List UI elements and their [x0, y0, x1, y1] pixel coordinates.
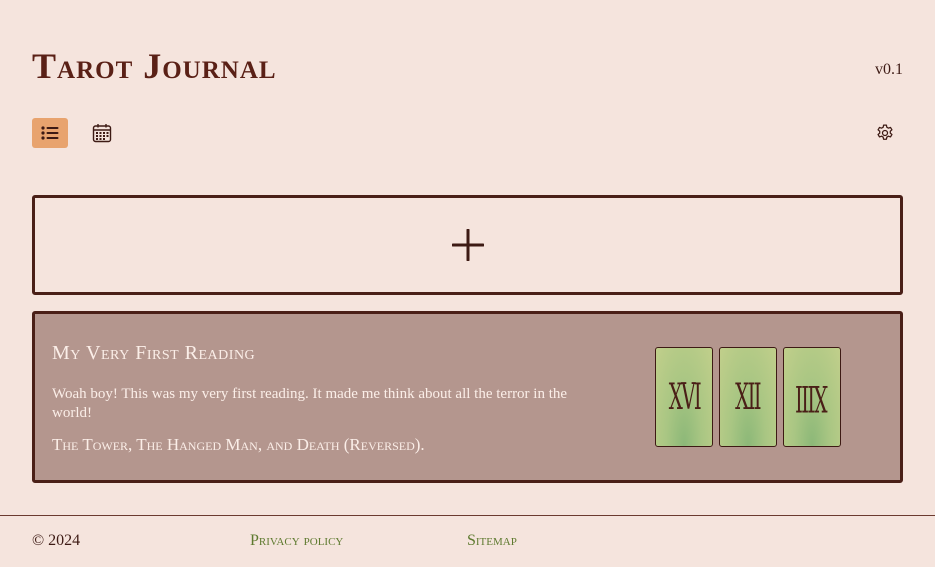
tarot-card-row: XVI XII XIII: [655, 347, 841, 447]
footer-divider: [0, 515, 935, 516]
reading-title: My Very First Reading: [52, 342, 256, 364]
plus-icon: [451, 229, 484, 261]
gear-icon: [877, 124, 893, 140]
privacy-policy-link[interactable]: Privacy policy: [250, 532, 343, 550]
tarot-card: XII: [719, 347, 777, 447]
footer: © 2024 Privacy policy Sitemap: [32, 532, 903, 552]
add-reading-button[interactable]: [32, 195, 903, 295]
calendar-icon: [92, 124, 112, 143]
copyright-text: © 2024: [32, 532, 81, 549]
list-icon: [41, 126, 59, 140]
tarot-numeral: XII: [735, 376, 762, 418]
tarot-card-reversed: XIII: [783, 347, 841, 447]
calendar-view-button[interactable]: [84, 118, 120, 148]
settings-button[interactable]: [867, 118, 903, 148]
reading-notes: Woah boy! This was my very first reading…: [52, 386, 568, 421]
reading-card-names: The Tower, The Hanged Man, and Death (Re…: [52, 435, 425, 454]
version-label: v0.1: [875, 61, 903, 78]
tarot-numeral: XIII: [796, 376, 828, 418]
header: Tarot Journal v0.1: [32, 46, 903, 86]
tarot-numeral: XVI: [668, 376, 701, 418]
sitemap-link[interactable]: Sitemap: [467, 532, 517, 550]
tarot-card: XVI: [655, 347, 713, 447]
toolbar: [32, 118, 903, 148]
list-view-button[interactable]: [32, 118, 68, 148]
app-title: Tarot Journal: [32, 46, 277, 86]
reading-card[interactable]: My Very First Reading Woah boy! This was…: [32, 311, 903, 483]
